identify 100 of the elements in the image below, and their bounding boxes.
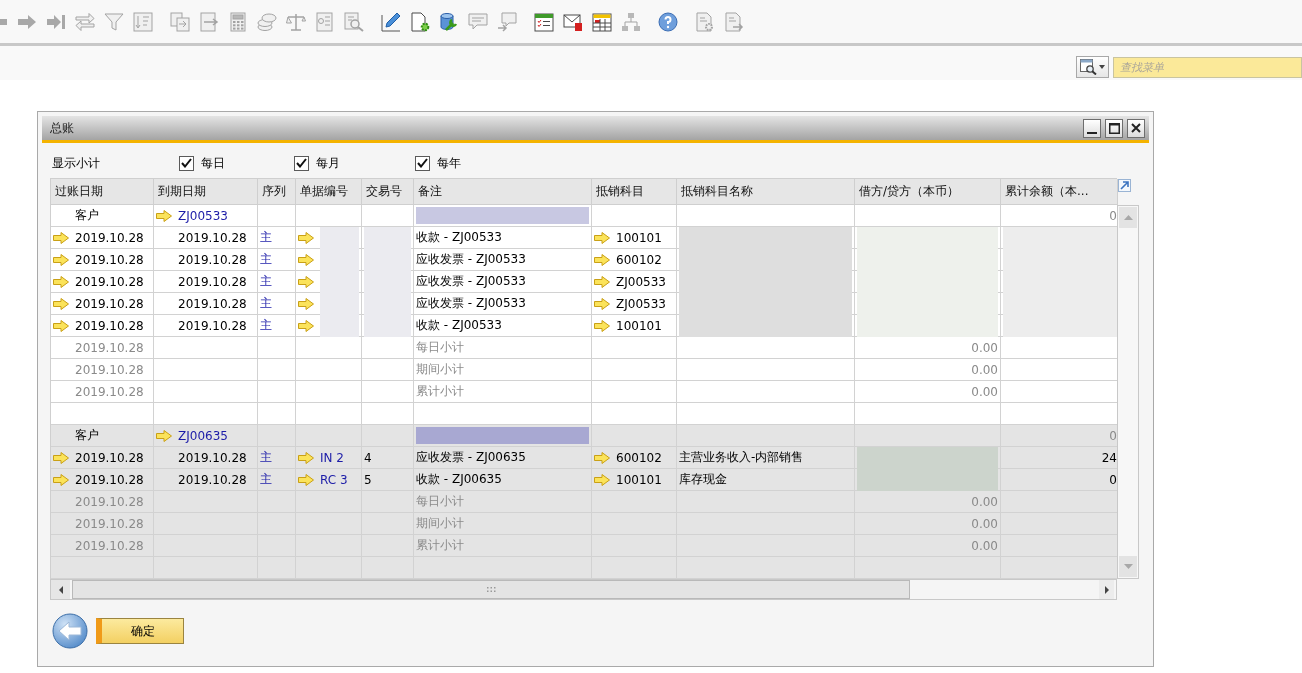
link-arrow-icon[interactable] [156,209,172,222]
help-icon[interactable] [658,11,678,32]
ok-button[interactable]: 确定 [96,618,184,644]
series: 主 [260,471,272,488]
link-arrow-icon[interactable] [53,451,69,464]
link-arrow-icon[interactable] [53,275,69,288]
scroll-left-button[interactable] [51,580,70,599]
down-arrow-icon [1123,564,1133,569]
subtotal-label: 每日小计 [416,493,464,510]
table-row[interactable]: 2019.10.28 2019.10.28 主 RC 3 5 收款 - ZJ00635 100101 库存现金 0 [51,469,1117,491]
link-arrow-icon[interactable] [594,297,610,310]
checkbox-label[interactable]: 每年 [437,154,461,172]
maximize-button[interactable] [1105,118,1123,138]
back-icon[interactable] [52,613,88,649]
link-arrow-icon[interactable] [298,473,314,486]
offset-account: ZJ00533 [616,296,666,311]
due-date: 2019.10.28 [178,472,247,487]
pencil-icon[interactable] [381,11,401,32]
link-arrow-icon[interactable] [156,429,172,442]
table-row[interactable]: 2019.10.28 2019.10.28 主 应收发票 - ZJ00533 600102 [51,249,1117,271]
horizontal-scrollbar[interactable] [50,579,1117,600]
offset-account: 600102 [616,252,662,267]
offset-account: ZJ00533 [616,274,666,289]
table-row[interactable]: 客户 ZJ00533 0 [51,205,1117,227]
subtotal-label: 期间小计 [416,361,464,378]
offset-account: 100101 [616,318,662,333]
link-arrow-icon[interactable] [298,451,314,464]
link-arrow-icon[interactable] [53,473,69,486]
checkbox-label[interactable]: 每月 [316,154,340,172]
vertical-scrollbar[interactable] [1117,205,1139,579]
cumulative-balance: 0 [1109,208,1117,223]
remarks: 收款 - ZJ00635 [416,471,502,488]
table-row[interactable]: 2019.10.28 2019.10.28 主 应收发票 - ZJ00533 ZJ00533 [51,271,1117,293]
table-row[interactable]: 2019.10.28 2019.10.28 主 IN 2 4 应收发票 - ZJ00635 600102 主营业务收入-内部销售 24 [51,447,1117,469]
table-row[interactable]: 2019.10.28 期间小计 0.00 [51,359,1117,381]
link-arrow-icon[interactable] [298,231,314,244]
posting-date: 2019.10.28 [75,472,144,487]
due-date: 2019.10.28 [178,296,247,311]
link-arrow-icon[interactable] [298,275,314,288]
table-row[interactable]: 2019.10.28 累计小计 0.00 [51,381,1117,403]
checkbox-label[interactable]: 每日 [201,154,225,172]
link-arrow-icon[interactable] [298,319,314,332]
series: 主 [260,449,272,466]
cumulative-balance: 0 [1109,428,1117,443]
posting-date: 2019.10.28 [75,252,144,267]
offset-account-name: 主营业务收入-内部销售 [679,449,804,466]
subtotals-label: 显示小计 [52,154,100,172]
table-row[interactable]: 2019.10.28 2019.10.28 主 收款 - ZJ00533 100101 [51,315,1117,337]
table-row[interactable] [51,403,1117,425]
envelope-icon[interactable] [563,11,583,32]
link-arrow-icon[interactable] [594,473,610,486]
link-arrow-icon[interactable] [298,297,314,310]
calendar-checklist-icon[interactable] [534,11,554,32]
offset-account: 100101 [616,230,662,245]
up-arrow-icon [1123,215,1133,220]
search-field[interactable]: 查找菜单 [1113,57,1302,78]
checkbox[interactable] [294,155,309,171]
link-arrow-icon[interactable] [594,253,610,266]
scroll-thumb[interactable] [72,580,910,599]
link-arrow-icon[interactable] [53,319,69,332]
debit-credit-amount: 0.00 [971,538,998,553]
checkmark-icon [417,158,428,168]
table-row[interactable]: 2019.10.28 2019.10.28 主 收款 - ZJ00533 100101 [51,227,1117,249]
scroll-down-button[interactable] [1119,556,1137,577]
checkbox[interactable] [179,155,194,171]
transaction-number: 5 [364,472,372,487]
link-arrow-icon[interactable] [594,451,610,464]
offset-account-name: 库存现金 [679,471,727,488]
link-arrow-icon[interactable] [298,253,314,266]
series: 主 [260,273,272,290]
link-arrow-icon[interactable] [594,319,610,332]
posting-date: 2019.10.28 [75,362,144,377]
table-row[interactable]: 2019.10.28 每日小计 0.00 [51,337,1117,359]
link-arrow-icon[interactable] [53,297,69,310]
link-arrow-icon[interactable] [594,231,610,244]
checkmark-icon [296,158,307,168]
table-row[interactable]: 客户 ZJ00635 0 [51,425,1117,447]
expand-icon[interactable] [1118,179,1131,192]
scroll-up-button[interactable] [1119,207,1137,228]
checkbox[interactable] [415,155,430,171]
due-date: 2019.10.28 [178,450,247,465]
posting-date: 2019.10.28 [75,538,144,553]
series: 主 [260,251,272,268]
close-icon [1131,123,1141,133]
subtotal-label: 累计小计 [416,383,464,400]
document-gear-icon[interactable] [410,11,430,32]
search-menu-button[interactable] [1076,56,1109,78]
series: 主 [260,317,272,334]
scroll-right-button[interactable] [1099,580,1114,599]
remarks: 收款 - ZJ00533 [416,317,502,334]
link-arrow-icon[interactable] [53,231,69,244]
link-arrow-icon[interactable] [594,275,610,288]
minimize-button[interactable] [1083,118,1101,138]
remarks: 收款 - ZJ00533 [416,229,502,246]
calendar-grid-icon[interactable] [592,11,612,32]
customer-label: 客户 [75,207,99,224]
link-arrow-icon[interactable] [53,253,69,266]
table-row[interactable]: 2019.10.28 2019.10.28 主 应收发票 - ZJ00533 ZJ00533 [51,293,1117,315]
close-button[interactable] [1127,118,1145,138]
database-wrench-icon[interactable] [439,11,459,32]
